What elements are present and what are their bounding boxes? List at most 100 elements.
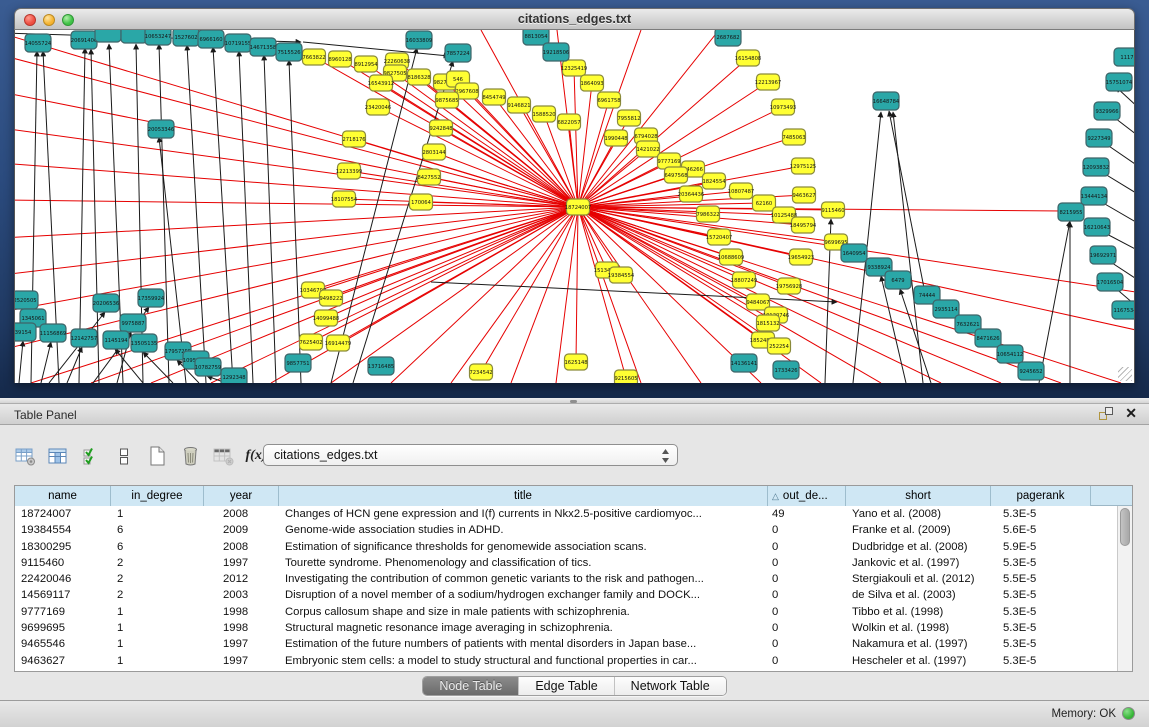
select-all-columns-icon[interactable] <box>80 445 102 467</box>
table-cell: 5.3E-5 <box>991 620 1091 636</box>
column-header-out_de[interactable]: △out_de... <box>768 486 846 506</box>
table-cell: Wolkin et al. (1998) <box>846 620 991 636</box>
tab-node-table[interactable]: Node Table <box>423 677 519 695</box>
red-citation-edge[interactable] <box>326 207 578 318</box>
black-citation-edge[interactable] <box>889 111 925 293</box>
graph-node-label: 7234542 <box>469 370 492 376</box>
column-header-in_degree[interactable]: in_degree <box>111 486 204 506</box>
table-cell: 0 <box>768 555 846 571</box>
tab-edge-table[interactable]: Edge Table <box>519 677 614 695</box>
table-row[interactable]: 1830029562008Estimation of significance … <box>15 539 1116 555</box>
table-cell: 0 <box>768 604 846 620</box>
graph-node-label: 2687682 <box>716 35 739 41</box>
red-citation-edge[interactable] <box>578 207 701 383</box>
column-header-name[interactable]: name <box>15 486 111 506</box>
graph-node-label: 10654112 <box>997 352 1023 358</box>
graph-node-label: 1292348 <box>222 375 245 381</box>
graph-node-label: 1145194 <box>104 338 128 344</box>
black-citation-edge[interactable] <box>19 341 23 383</box>
red-citation-edge[interactable] <box>338 207 578 343</box>
table-row[interactable]: 2242004622012Investigating the contribut… <box>15 571 1116 587</box>
memory-status-indicator <box>1122 707 1135 720</box>
table-row[interactable]: 946362711997Embryonic stem cells: a mode… <box>15 653 1116 669</box>
table-cell: Genome-wide association studies in ADHD. <box>279 522 768 538</box>
graph-node-label: 7485063 <box>782 135 805 141</box>
table-cell: 1 <box>111 506 204 522</box>
network-canvas[interactable]: 7663822896012889129542226063898275058186… <box>14 30 1135 383</box>
splitter-handle[interactable] <box>570 400 577 403</box>
graph-node-label: 252254 <box>769 344 790 350</box>
citation-network-graph[interactable]: 7663822896012889129542226063898275058186… <box>15 30 1134 383</box>
table-cell: 9465546 <box>15 636 111 652</box>
table-cell: Franke et al. (2009) <box>846 522 991 538</box>
canvas-resize-grip[interactable] <box>1118 367 1132 381</box>
red-citation-edge[interactable] <box>331 207 578 383</box>
table-row[interactable]: 1456911722003Disruption of a novel membe… <box>15 587 1116 603</box>
memory-status-label: Memory: OK <box>1051 708 1116 720</box>
red-citation-edge[interactable] <box>578 207 1061 383</box>
show-columns-icon[interactable] <box>47 445 69 467</box>
table-row[interactable]: 1938455462009Genome-wide association stu… <box>15 522 1116 538</box>
table-settings-icon[interactable] <box>14 445 36 467</box>
black-citation-edge[interactable] <box>881 276 906 383</box>
graph-node-label: 2935114 <box>934 307 958 313</box>
graph-node-label: 8471626 <box>976 336 999 342</box>
table-row[interactable]: 911546021997Tourette syndrome. Phenomeno… <box>15 555 1116 571</box>
table-cell: 5.6E-5 <box>991 522 1091 538</box>
table-row[interactable]: 1872400712008Changes of HCN gene express… <box>15 506 1116 522</box>
red-citation-edge[interactable] <box>576 207 578 362</box>
delete-table-icon[interactable] <box>212 445 234 467</box>
black-citation-edge[interactable] <box>213 47 233 383</box>
graph-node-label: 7632621 <box>956 322 979 328</box>
column-header-year[interactable]: year <box>204 486 279 506</box>
red-citation-edge[interactable] <box>331 207 578 298</box>
new-table-icon[interactable] <box>146 445 168 467</box>
tab-network-table[interactable]: Network Table <box>615 677 726 695</box>
table-cell: 5.3E-5 <box>991 653 1091 669</box>
table-cell: 0 <box>768 539 846 555</box>
red-citation-edge[interactable] <box>391 207 578 383</box>
table-select-dropdown[interactable]: citations_edges.txt <box>263 444 678 466</box>
table-row[interactable]: 977716911998Corpus callosum shape and si… <box>15 604 1116 620</box>
table-row[interactable]: 946554611997Estimation of the future num… <box>15 636 1116 652</box>
graph-node[interactable] <box>121 30 147 43</box>
graph-node-label: 10782759 <box>195 365 221 371</box>
table-tabs: Node TableEdge TableNetwork Table <box>0 676 1149 696</box>
scrollbar-thumb[interactable] <box>1120 508 1130 546</box>
graph-node-label: 8912954 <box>354 62 378 68</box>
graph-node[interactable] <box>95 30 121 42</box>
network-window-titlebar[interactable]: citations_edges.txt <box>14 8 1135 30</box>
graph-node-label: 8215955 <box>1059 210 1082 216</box>
column-header-pagerank[interactable]: pagerank <box>991 486 1091 506</box>
black-citation-edge[interactable] <box>239 51 253 383</box>
network-desktop: citations_edges.txt 76638228960128891295… <box>0 0 1149 398</box>
red-citation-edge[interactable] <box>578 207 626 378</box>
float-panel-icon[interactable] <box>1099 407 1113 420</box>
table-cell: 49 <box>768 506 846 522</box>
red-citation-edge[interactable] <box>578 30 719 207</box>
table-cell: 2008 <box>204 539 279 555</box>
node-table: namein_degreeyeartitle△out_de...shortpag… <box>14 485 1133 672</box>
graph-node-label: 2967608 <box>455 89 478 95</box>
red-citation-edge[interactable] <box>15 128 578 207</box>
table-toolbar: f(x) <box>14 443 267 469</box>
black-citation-edge[interactable] <box>331 48 417 383</box>
table-row[interactable]: 969969511998Structural magnetic resonanc… <box>15 620 1116 636</box>
cytoscape-app: citations_edges.txt 76638228960128891295… <box>0 0 1149 727</box>
delete-rows-icon[interactable] <box>179 445 201 467</box>
graph-node-label: 2718176 <box>342 137 365 143</box>
table-cell: 5.3E-5 <box>991 604 1091 620</box>
table-vertical-scrollbar[interactable] <box>1117 506 1132 671</box>
table-cell: 9699695 <box>15 620 111 636</box>
black-citation-edge[interactable] <box>1039 221 1070 383</box>
merge-rows-icon[interactable] <box>113 445 135 467</box>
red-citation-edge[interactable] <box>441 128 578 207</box>
column-header-title[interactable]: title <box>279 486 768 506</box>
red-citation-edge[interactable] <box>15 55 578 207</box>
close-panel-icon[interactable]: ✕ <box>1125 407 1137 420</box>
graph-node-label: 1815132 <box>756 321 779 327</box>
red-citation-edge[interactable] <box>15 207 578 350</box>
graph-node-label: 170064 <box>411 200 432 206</box>
red-citation-edge[interactable] <box>211 207 578 383</box>
column-header-short[interactable]: short <box>846 486 991 506</box>
